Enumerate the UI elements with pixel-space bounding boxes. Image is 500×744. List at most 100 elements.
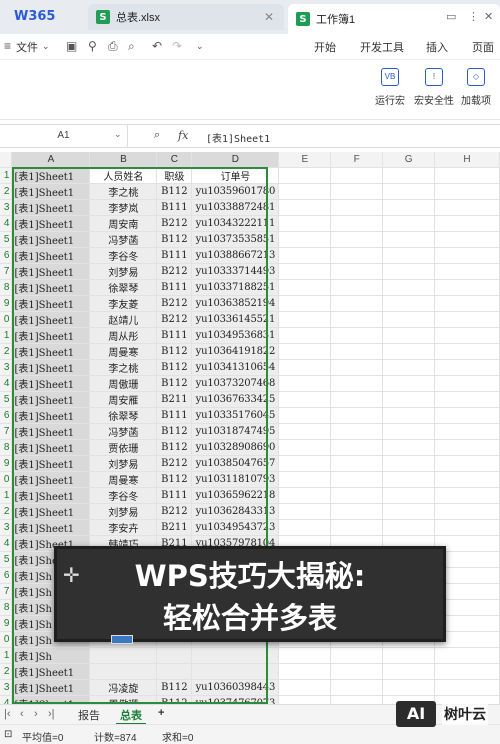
cell-name[interactable]: 李之桃 <box>89 183 158 200</box>
row-header[interactable]: 3 <box>0 199 13 216</box>
cell-name[interactable]: 周安南 <box>89 215 158 232</box>
empty-cell[interactable] <box>330 311 384 328</box>
empty-cell[interactable] <box>434 423 500 440</box>
cell-order-no[interactable] <box>191 647 280 664</box>
cell-level[interactable]: B112 <box>156 679 193 696</box>
row-header[interactable]: 5 <box>0 551 13 568</box>
row-header[interactable]: 6 <box>0 407 13 424</box>
cell-level[interactable]: B212 <box>156 311 193 328</box>
cell-name[interactable]: 徐翠琴 <box>89 407 158 424</box>
empty-cell[interactable] <box>330 167 384 184</box>
cell-name[interactable]: 李谷冬 <box>89 247 158 264</box>
cell-name[interactable]: 周傲珊 <box>89 375 158 392</box>
cell-source[interactable]: [表1]Sheet1 <box>11 167 91 184</box>
row-header[interactable]: 1 <box>0 487 13 504</box>
cell-level[interactable]: B112 <box>156 183 193 200</box>
cell-level[interactable]: B211 <box>156 391 193 408</box>
empty-cell[interactable] <box>330 455 384 472</box>
cell-order-no[interactable]: yu10373207468 <box>191 375 280 392</box>
empty-cell[interactable] <box>382 519 436 536</box>
tab-workbook1[interactable]: S 工作簿1 ▭ ⋮ ✕ <box>288 4 500 34</box>
row-header[interactable]: 2 <box>0 503 13 520</box>
empty-cell[interactable] <box>382 295 436 312</box>
empty-cell[interactable] <box>434 199 500 216</box>
cell-order-no[interactable]: yu10328908690 <box>191 439 280 456</box>
row-header[interactable]: 1 <box>0 647 13 664</box>
row-header[interactable]: 2 <box>0 663 13 680</box>
cell-source[interactable]: [表1]Sheet1 <box>11 311 91 328</box>
hamburger-menu-icon[interactable]: ≡ <box>4 39 11 53</box>
empty-cell[interactable] <box>278 391 332 408</box>
empty-cell[interactable] <box>278 263 332 280</box>
cell-name[interactable] <box>89 647 158 664</box>
empty-cell[interactable] <box>330 519 384 536</box>
tab-summary-file[interactable]: S 总表.xlsx ✕ <box>88 4 284 30</box>
status-icon[interactable]: ⊡ <box>4 729 12 740</box>
empty-cell[interactable] <box>434 503 500 520</box>
menu-developer-tools[interactable]: 开发工具 <box>360 39 404 55</box>
format-painter-icon[interactable]: ⚲ <box>88 39 97 53</box>
restore-window-icon[interactable]: ▭ <box>446 10 456 23</box>
col-header-g[interactable]: G <box>382 152 436 168</box>
empty-cell[interactable] <box>330 375 384 392</box>
empty-cell[interactable] <box>330 359 384 376</box>
empty-cell[interactable] <box>434 231 500 248</box>
cell-level[interactable]: B212 <box>156 295 193 312</box>
file-menu[interactable]: 文件 <box>16 39 38 55</box>
empty-cell[interactable] <box>382 423 436 440</box>
empty-cell[interactable] <box>434 247 500 264</box>
empty-cell[interactable] <box>330 487 384 504</box>
cell-level[interactable]: B112 <box>156 343 193 360</box>
cell-order-no[interactable]: yu10341310654 <box>191 359 280 376</box>
formula-input[interactable]: [表1]Sheet1 <box>206 130 270 145</box>
empty-cell[interactable] <box>330 407 384 424</box>
cell-name[interactable]: 李之桃 <box>89 359 158 376</box>
print-preview-icon[interactable]: ⌕ <box>128 39 135 54</box>
empty-cell[interactable] <box>278 215 332 232</box>
empty-cell[interactable] <box>330 247 384 264</box>
empty-cell[interactable] <box>330 183 384 200</box>
close-window-icon[interactable]: ✕ <box>484 10 493 23</box>
col-header-e[interactable]: E <box>278 152 332 168</box>
cell-order-header[interactable]: 订单号 <box>191 167 280 184</box>
row-header[interactable]: 4 <box>0 695 13 704</box>
cell-source[interactable]: [表1]Sheet1 <box>11 247 91 264</box>
function-icon[interactable]: fx <box>178 129 188 142</box>
undo-icon[interactable]: ↶ <box>152 39 162 53</box>
cell-source[interactable]: [表1]Sheet1 <box>11 423 91 440</box>
empty-cell[interactable] <box>382 391 436 408</box>
empty-cell[interactable] <box>382 231 436 248</box>
row-header[interactable]: 0 <box>0 631 13 648</box>
row-header[interactable]: 8 <box>0 439 13 456</box>
cell-source[interactable]: [表1]Sheet1 <box>11 519 91 536</box>
cell-name[interactable]: 周傲珊 <box>89 695 158 704</box>
cell-level[interactable]: B212 <box>156 503 193 520</box>
row-header[interactable]: 9 <box>0 295 13 312</box>
cell-name[interactable]: 赵靖儿 <box>89 311 158 328</box>
cell-level[interactable]: B111 <box>156 279 193 296</box>
redo-icon[interactable]: ↷ <box>172 39 182 53</box>
cell-source[interactable]: [表1]Sheet1 <box>11 439 91 456</box>
cell-source[interactable]: [表1]Sheet1 <box>11 695 91 704</box>
empty-cell[interactable] <box>278 487 332 504</box>
empty-cell[interactable] <box>434 183 500 200</box>
empty-cell[interactable] <box>382 487 436 504</box>
row-header[interactable]: 9 <box>0 615 13 632</box>
empty-cell[interactable] <box>330 295 384 312</box>
row-header[interactable]: 7 <box>0 583 13 600</box>
zoom-search-icon[interactable]: ⌕ <box>154 129 160 142</box>
empty-cell[interactable] <box>434 167 500 184</box>
empty-cell[interactable] <box>434 391 500 408</box>
col-header-c[interactable]: C <box>156 152 193 168</box>
empty-cell[interactable] <box>382 663 436 680</box>
empty-cell[interactable] <box>434 407 500 424</box>
empty-cell[interactable] <box>330 471 384 488</box>
col-header-a[interactable]: A <box>11 152 91 168</box>
empty-cell[interactable] <box>382 199 436 216</box>
chevron-down-icon[interactable]: ⌄ <box>196 41 204 52</box>
empty-cell[interactable] <box>382 263 436 280</box>
empty-cell[interactable] <box>278 247 332 264</box>
empty-cell[interactable] <box>278 647 332 664</box>
row-header[interactable]: 3 <box>0 519 13 536</box>
cell-order-no[interactable]: yu10335176045 <box>191 407 280 424</box>
